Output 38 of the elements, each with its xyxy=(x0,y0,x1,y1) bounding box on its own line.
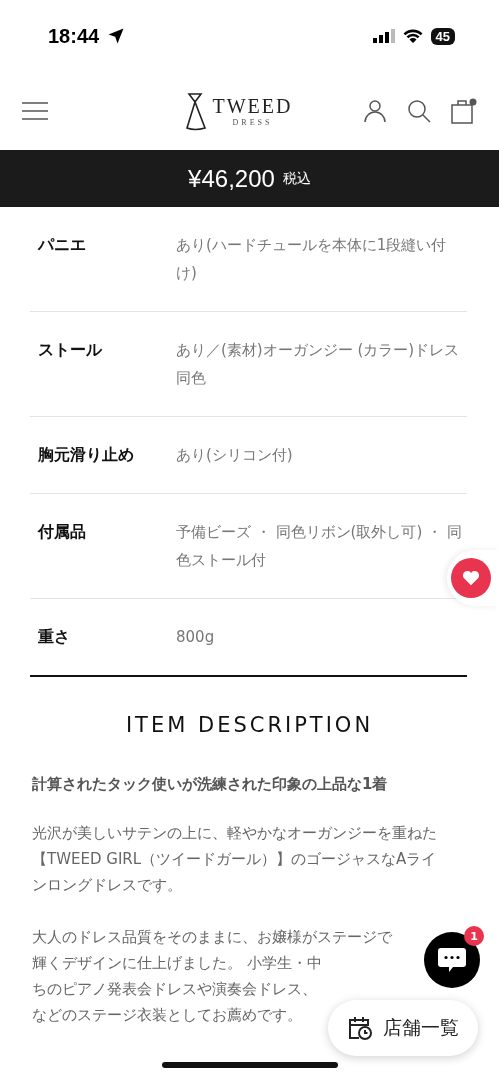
wifi-icon xyxy=(402,29,423,43)
calendar-clock-icon xyxy=(347,1015,373,1041)
section-title: ITEM DESCRIPTION xyxy=(124,713,375,737)
notification-badge: 1 xyxy=(464,926,484,946)
search-icon[interactable] xyxy=(407,99,431,123)
description-line: などのステージ衣装としてお薦めです。 xyxy=(32,1005,302,1026)
description-line: 光沢が美しいサテンの上に、軽やかなオーガンジーを重ねた xyxy=(32,823,437,844)
chat-button[interactable] xyxy=(424,932,480,988)
heart-icon xyxy=(462,570,480,586)
description-line: 輝くデザインに仕上げました。 小学生・中 xyxy=(32,953,322,974)
spec-label: パニエ xyxy=(36,234,87,256)
battery-level: 45 xyxy=(430,27,455,45)
cart-icon[interactable] xyxy=(451,98,477,124)
spec-label: 胸元滑り止め xyxy=(37,444,135,466)
description-line: 大人のドレス品質をそのままに、お嬢様がステージで xyxy=(32,927,392,948)
status-time: 18:44 xyxy=(48,24,100,48)
spec-value: 予備ビーズ ・ 同色リボン(取外し可) ・ 同色ストール付 xyxy=(176,522,463,571)
location-arrow-icon xyxy=(107,27,126,45)
brand-name: TWEED xyxy=(212,95,293,118)
brand-subtitle: DRESS xyxy=(232,118,273,127)
signal-icon xyxy=(372,29,395,43)
menu-icon[interactable] xyxy=(22,102,48,120)
description-line: ンロングドレスです。 xyxy=(32,875,182,896)
account-icon[interactable] xyxy=(363,99,387,123)
spec-label: 重さ xyxy=(37,626,71,648)
spec-value: あり(ハードチュールを本体に1段縫い付け) xyxy=(176,235,448,284)
spec-value: 800g xyxy=(176,627,216,648)
price: ¥46,200 xyxy=(188,164,275,193)
spec-label: ストール xyxy=(37,339,103,361)
description-lead: 計算されたタック使いが洗練された印象の上品な1着 xyxy=(32,775,389,794)
spec-value: あり／(素材)オーガンジー (カラー)ドレス同色 xyxy=(176,340,461,389)
description-line: 【TWEED GIRL（ツイードガール）】のゴージャスなAライ xyxy=(32,849,437,870)
store-list-button[interactable]: 店舗一覧 xyxy=(328,1000,478,1056)
spec-value: あり(シリコン付) xyxy=(176,445,294,466)
description-line: ちのピアノ発表会ドレスや演奏会ドレス、 xyxy=(32,979,317,1000)
favorite-button[interactable] xyxy=(447,550,499,606)
tax-note: 税込 xyxy=(282,169,311,188)
spec-label: 付属品 xyxy=(36,521,87,543)
